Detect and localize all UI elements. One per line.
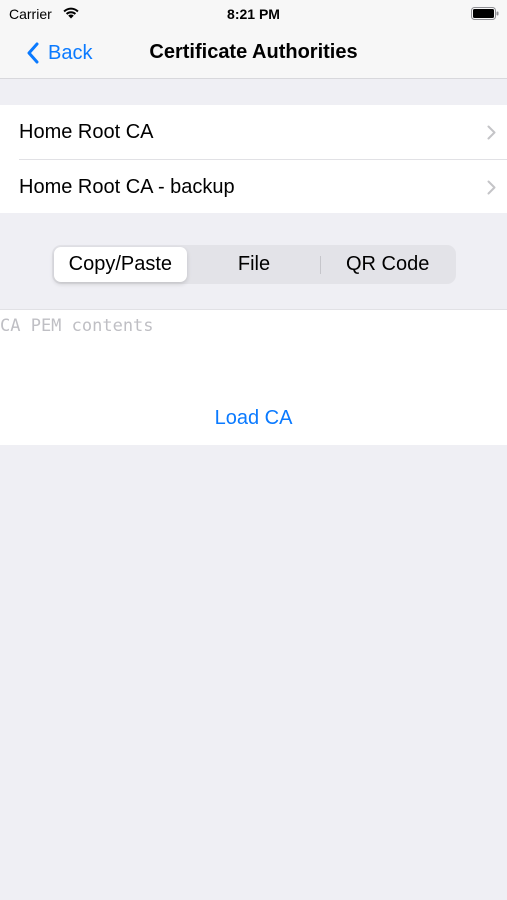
ca-list-item-label: Home Root CA	[19, 121, 154, 143]
chevron-right-icon	[487, 125, 496, 140]
ca-list-item-home-root-ca-backup[interactable]: Home Root CA - backup	[0, 160, 507, 214]
ca-list-item-label: Home Root CA - backup	[19, 176, 235, 198]
ca-list-item-home-root-ca[interactable]: Home Root CA	[0, 105, 507, 160]
pem-input-container	[0, 309, 507, 391]
navigation-bar: Back Certificate Authorities	[0, 27, 507, 79]
segment-file[interactable]: File	[188, 247, 321, 282]
page-title: Certificate Authorities	[149, 41, 358, 63]
source-segmented-control: Copy/Paste File QR Code	[52, 245, 456, 284]
battery-icon	[471, 7, 499, 20]
load-ca-button[interactable]: Load CA	[0, 391, 507, 445]
ca-list: Home Root CA Home Root CA - backup	[0, 105, 507, 213]
ca-pem-input[interactable]	[0, 310, 507, 391]
status-bar: Carrier 8:21 PM	[0, 0, 507, 27]
segment-copy-paste[interactable]: Copy/Paste	[54, 247, 187, 282]
chevron-right-icon	[487, 180, 496, 195]
segment-qr-code[interactable]: QR Code	[321, 247, 454, 282]
status-time: 8:21 PM	[227, 6, 280, 22]
load-ca-label: Load CA	[214, 406, 293, 429]
